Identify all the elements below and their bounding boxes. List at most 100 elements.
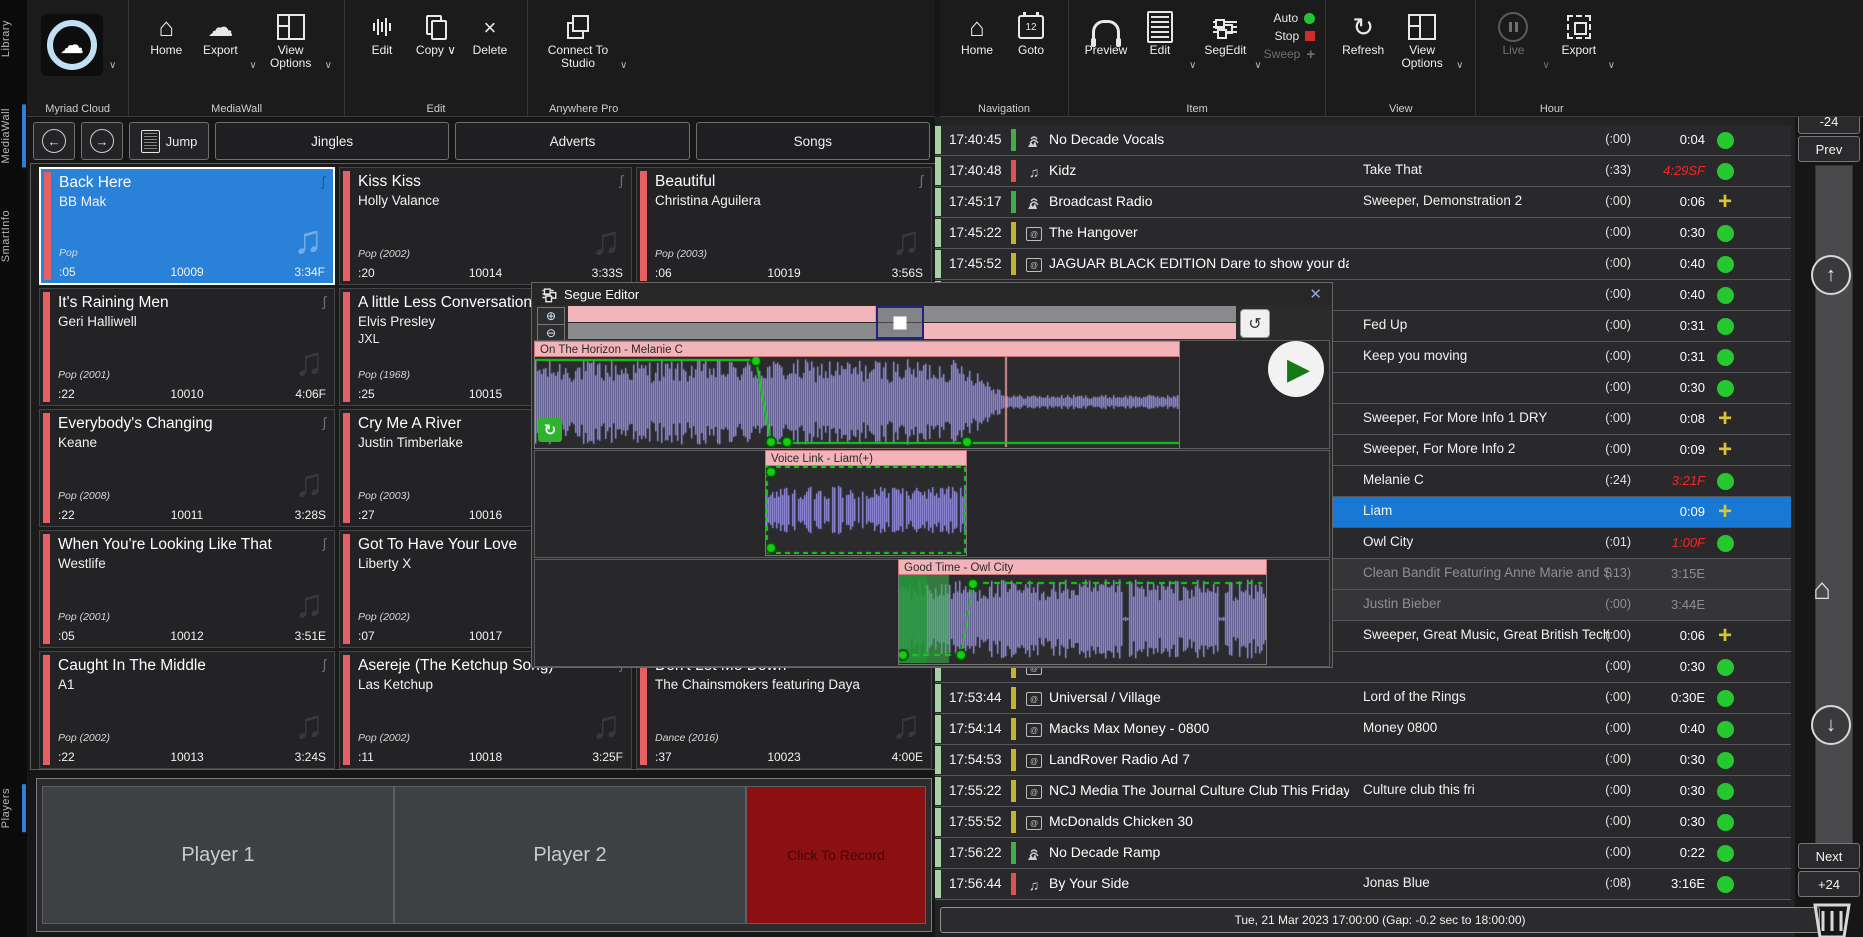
- log-row[interactable]: 17:55:52@McDonalds Chicken 30(:00)0:30: [935, 807, 1791, 838]
- rail-tab-smartinfo[interactable]: SmartInfo: [0, 206, 27, 266]
- row-intro: (:00): [1605, 628, 1631, 642]
- row-intro: (:00): [1605, 225, 1631, 239]
- stop-button[interactable]: Stop: [1264, 28, 1315, 44]
- chevron-down-icon[interactable]: ∨: [1252, 60, 1263, 71]
- log-row[interactable]: 17:53:44@Universal / VillageLord of the …: [935, 683, 1791, 714]
- zoom-in-button[interactable]: ⊕: [537, 307, 565, 325]
- track-1-waveform[interactable]: [535, 357, 1179, 447]
- item-edit-button[interactable]: Edit: [1133, 6, 1187, 57]
- chevron-down-icon[interactable]: ∨: [323, 60, 334, 71]
- music-note-icon: ♫: [294, 461, 324, 506]
- myriad-cloud-button[interactable]: ☁: [37, 6, 107, 76]
- undo-button[interactable]: ↺: [1240, 309, 1270, 338]
- segue-track-3[interactable]: Good Time - Owl City: [898, 559, 1267, 665]
- rail-tab-library[interactable]: Library: [0, 16, 27, 61]
- row-time: 17:56:22: [949, 845, 1002, 860]
- player-1[interactable]: Player 1: [42, 786, 394, 924]
- log-row[interactable]: 17:40:45No Decade Vocals(:00)0:04: [935, 125, 1791, 156]
- log-row[interactable]: 17:54:53@LandRover Radio Ad 7(:00)0:30: [935, 745, 1791, 776]
- segedit-button[interactable]: SegEdit: [1198, 6, 1252, 57]
- card-artist: Las Ketchup: [358, 677, 621, 692]
- segue-track-1[interactable]: On The Horizon - Melanie C ↻: [534, 341, 1180, 449]
- chevron-down-icon[interactable]: ∨: [1540, 60, 1551, 71]
- log-row[interactable]: 17:45:52@JAGUAR BLACK EDITION Dare to sh…: [935, 249, 1791, 280]
- close-icon[interactable]: ✕: [1309, 285, 1322, 303]
- plus-24-button[interactable]: +24: [1798, 871, 1860, 897]
- media-card[interactable]: Caught In The MiddleA1Pop (2002):2210013…: [39, 651, 335, 769]
- chevron-down-icon[interactable]: ∨: [1454, 60, 1465, 71]
- track-2-waveform[interactable]: [766, 466, 966, 554]
- segue-plus-icon: +: [1718, 193, 1732, 211]
- log-row[interactable]: 17:45:17Broadcast RadioSweeper, Demonstr…: [935, 187, 1791, 218]
- chevron-down-icon[interactable]: ∨: [107, 60, 118, 71]
- row-intro: (:00): [1605, 845, 1631, 859]
- copy-button[interactable]: Copy ∨: [409, 6, 463, 57]
- play-button[interactable]: ▶: [1268, 341, 1324, 397]
- card-title: Caught In The Middle: [58, 657, 308, 675]
- log-row[interactable]: 17:40:48♫KidzTake That(:33)4:29SF: [935, 156, 1791, 187]
- jump-button[interactable]: Jump: [129, 122, 209, 160]
- tab-jingles[interactable]: Jingles: [215, 122, 449, 160]
- media-card[interactable]: When You're Looking Like ThatWestlifePop…: [39, 530, 335, 648]
- scroll-up-icon[interactable]: ↑: [1811, 255, 1851, 295]
- record-button[interactable]: Click To Record: [746, 786, 926, 924]
- media-card[interactable]: BeautifulChristina AguileraPop (2003):06…: [636, 167, 932, 285]
- chevron-down-icon[interactable]: ∨: [1606, 60, 1617, 71]
- export-button[interactable]: ☁↓ Export: [193, 6, 247, 57]
- chevron-down-icon[interactable]: ∨: [247, 60, 258, 71]
- log-row[interactable]: 17:45:22@The Hangover(:00)0:30: [935, 218, 1791, 249]
- home-position-icon[interactable]: ⌂: [1813, 573, 1831, 607]
- view-options-button[interactable]: View Options: [259, 6, 323, 70]
- next-hour-button[interactable]: Next: [1798, 843, 1860, 869]
- sweep-button[interactable]: Sweep+: [1264, 46, 1315, 62]
- log-row[interactable]: 17:56:22No Decade Ramp(:00)0:22: [935, 838, 1791, 869]
- home-button[interactable]: ⌂Home: [139, 6, 193, 57]
- tab-adverts[interactable]: Adverts: [455, 122, 689, 160]
- row-duration: 3:44E: [1671, 597, 1705, 612]
- live-button[interactable]: Live: [1486, 6, 1540, 57]
- goto-button[interactable]: 12 Goto: [1004, 6, 1058, 57]
- hour-export-button[interactable]: Export: [1552, 6, 1606, 57]
- log-view-options-button[interactable]: View Options: [1390, 6, 1454, 70]
- row-title: Universal / Village: [1049, 689, 1349, 705]
- preview-button[interactable]: Preview: [1079, 6, 1133, 57]
- delete-button[interactable]: × Delete: [463, 6, 517, 57]
- auto-button[interactable]: Auto: [1264, 10, 1315, 26]
- prev-hour-button[interactable]: Prev: [1798, 136, 1860, 162]
- connect-to-studio-button[interactable]: Connect To Studio: [538, 6, 618, 70]
- scroll-down-icon[interactable]: ↓: [1811, 705, 1851, 745]
- loop-icon[interactable]: ↻: [538, 418, 562, 442]
- tab-songs[interactable]: Songs: [696, 122, 930, 160]
- track-3-waveform[interactable]: [899, 575, 1266, 663]
- chevron-down-icon[interactable]: ∨: [618, 60, 629, 71]
- segue-track-2[interactable]: Voice Link - Liam(+): [765, 450, 967, 556]
- segue-overview-bar[interactable]: [568, 306, 1236, 339]
- media-card[interactable]: Asereje (The Ketchup Song)Las KetchupPop…: [339, 651, 632, 769]
- log-row[interactable]: 17:56:44♫By Your SideJonas Blue(:08)3:16…: [935, 869, 1791, 900]
- player-2[interactable]: Player 2: [394, 786, 746, 924]
- ready-dot-icon: [1717, 473, 1734, 490]
- rail-tab-players[interactable]: Players: [0, 784, 27, 832]
- page-forward-button[interactable]: →: [81, 122, 123, 160]
- dialog-titlebar[interactable]: Segue Editor ✕: [532, 283, 1332, 305]
- log-row[interactable]: 17:54:14@Macks Max Money - 0800Money 080…: [935, 714, 1791, 745]
- chevron-down-icon[interactable]: ∨: [1187, 60, 1198, 71]
- page-back-button[interactable]: ←: [33, 122, 75, 160]
- overview-selection-handle[interactable]: [876, 306, 924, 339]
- rail-tab-mediawall[interactable]: MediaWall: [0, 104, 27, 167]
- log-home-button[interactable]: ⌂Home: [950, 6, 1004, 57]
- row-artist: Jonas Blue: [1363, 875, 1613, 890]
- row-intro: (:00): [1605, 690, 1631, 704]
- media-card[interactable]: Kiss KissHolly ValancePop (2002):2010014…: [339, 167, 632, 285]
- hook-icon: ʃ: [323, 293, 326, 309]
- media-card[interactable]: It's Raining MenGeri HalliwellPop (2001)…: [39, 288, 335, 406]
- row-artist: Keep you moving: [1363, 348, 1613, 363]
- media-card[interactable]: Everybody's ChangingKeanePop (2008):2210…: [39, 409, 335, 527]
- edit-button[interactable]: Edit: [355, 6, 409, 57]
- refresh-button[interactable]: ↻Refresh: [1336, 6, 1390, 57]
- row-duration: 0:31: [1680, 349, 1705, 364]
- log-row[interactable]: 17:55:22@NCJ Media The Journal Culture C…: [935, 776, 1791, 807]
- trash-icon[interactable]: [1809, 901, 1855, 937]
- media-card[interactable]: Don't Let Me DownThe Chainsmokers featur…: [636, 651, 932, 769]
- media-card[interactable]: Back HereBB MakPop:05100093:34Fʃ♫: [39, 167, 335, 285]
